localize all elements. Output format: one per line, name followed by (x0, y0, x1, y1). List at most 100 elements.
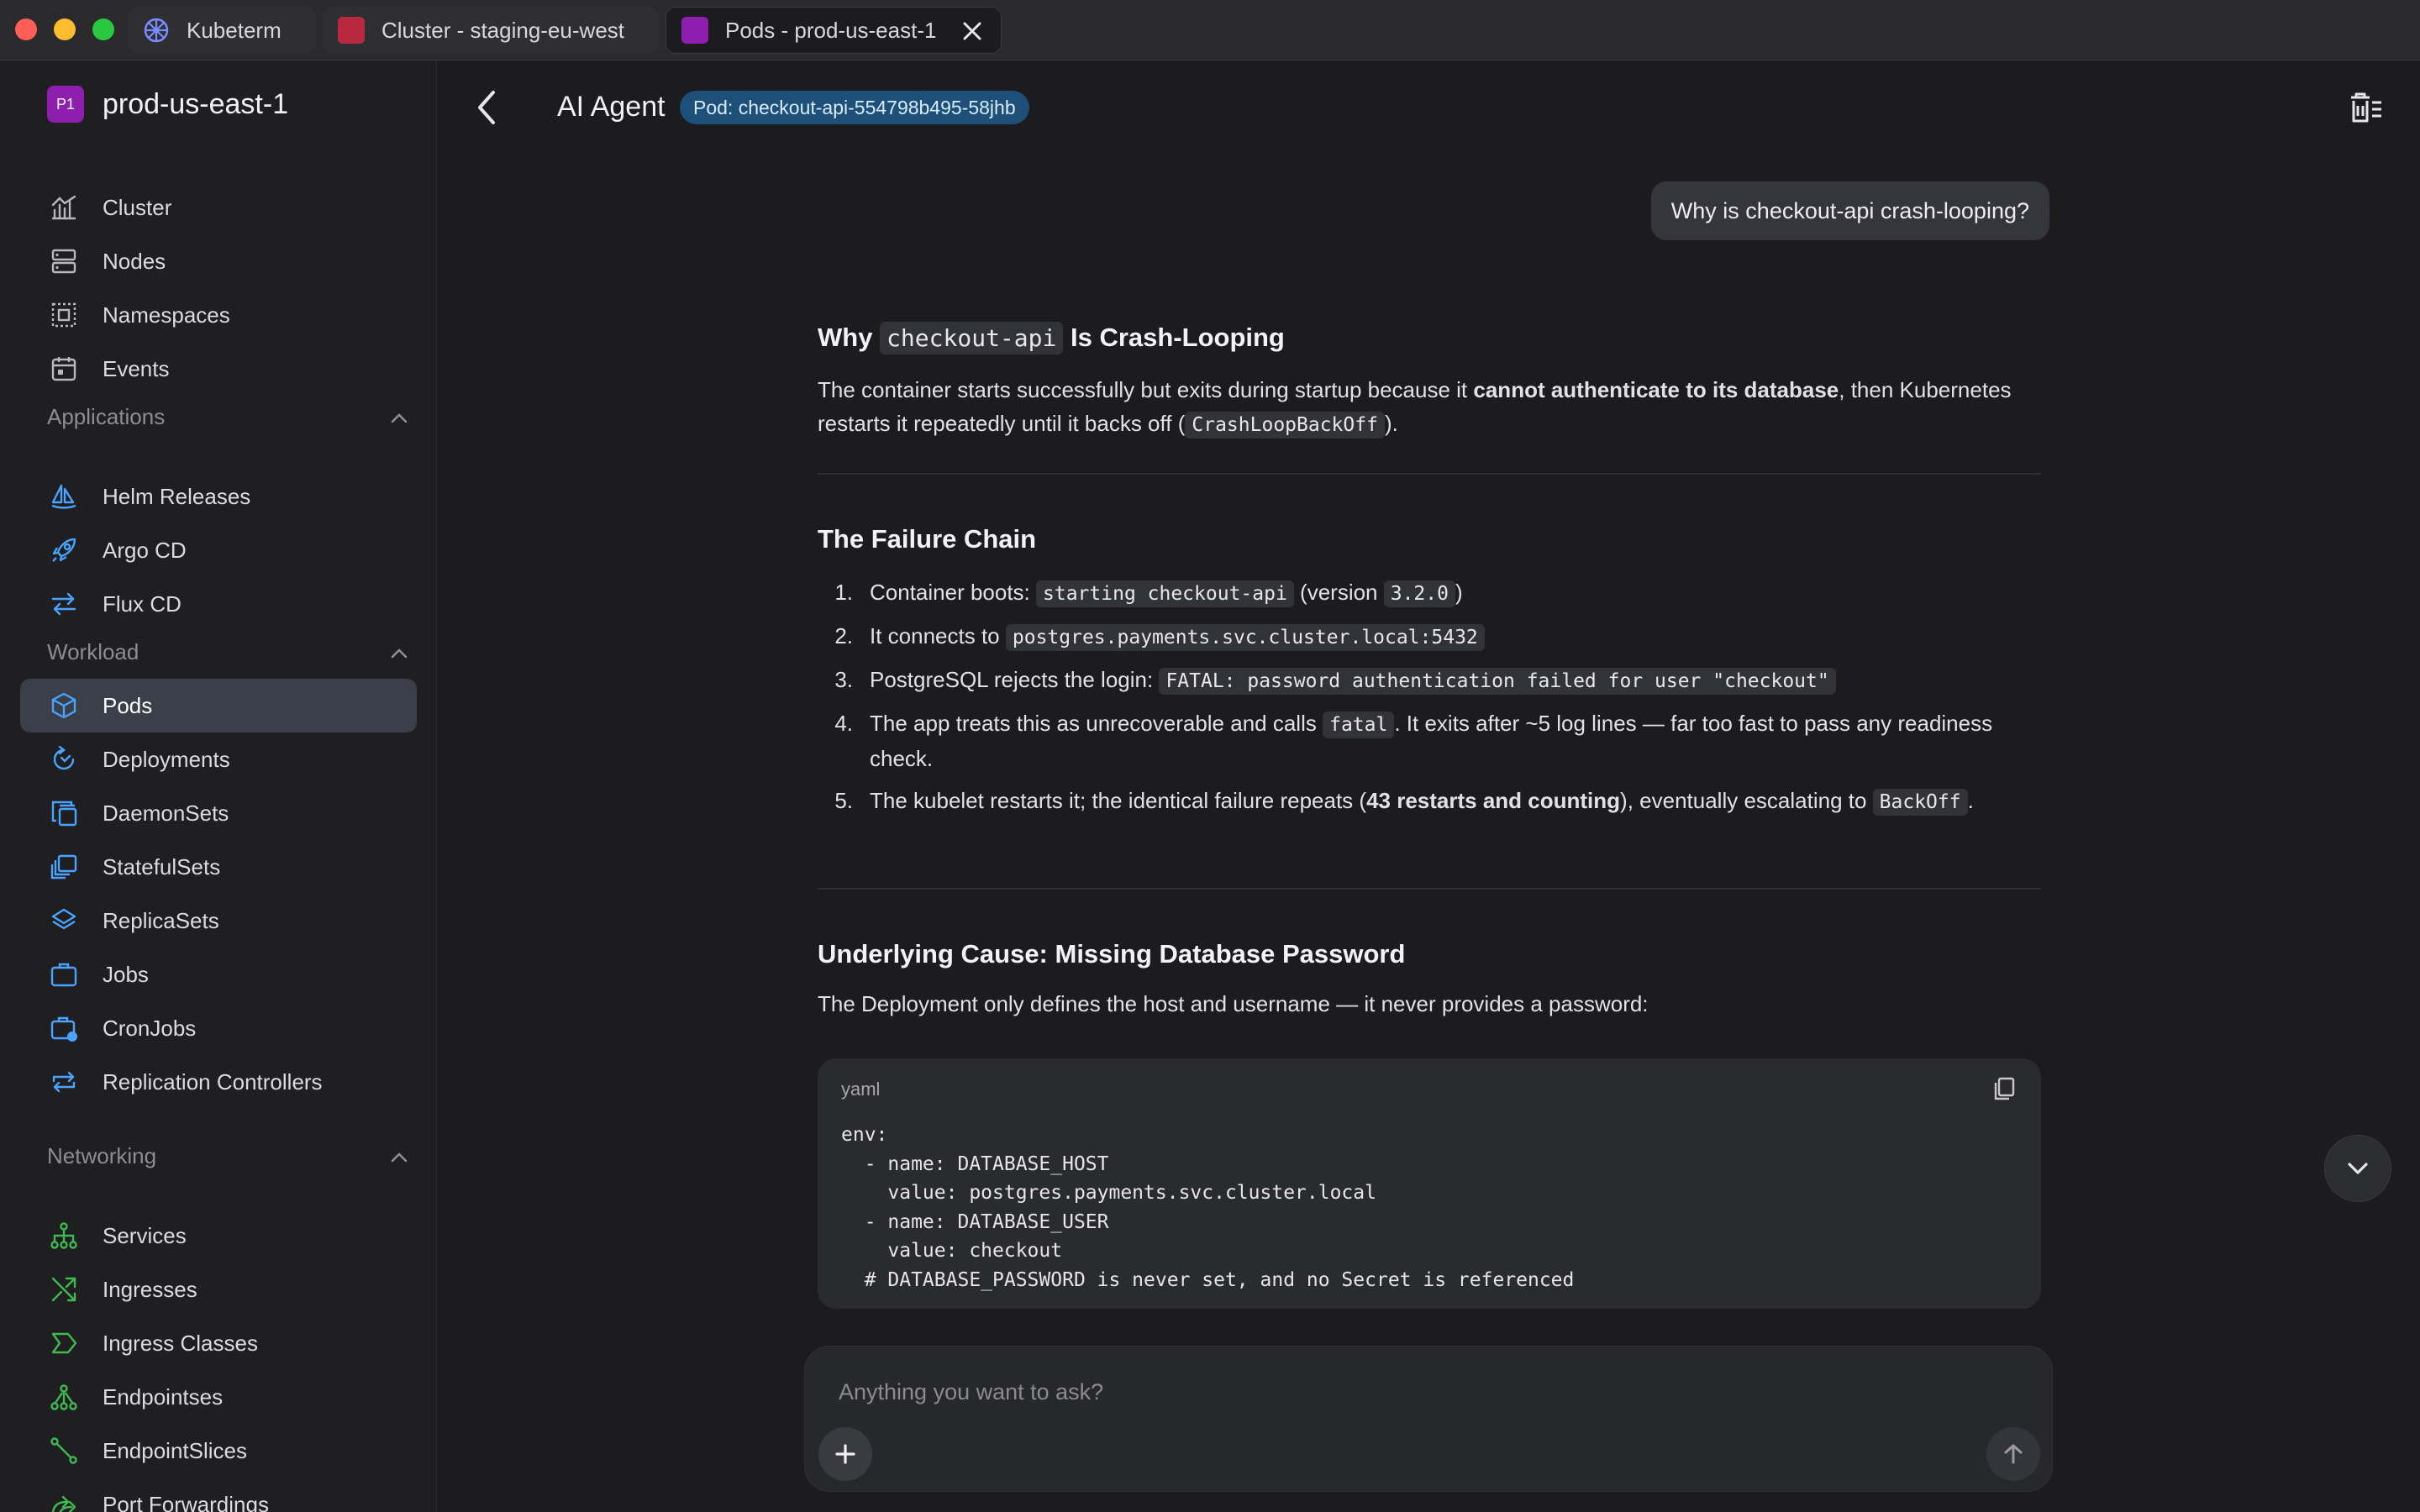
tab-cluster-staging[interactable]: Cluster - staging-eu-west (323, 7, 659, 54)
sidebar-item-replication-controllers[interactable]: Replication Controllers (20, 1055, 417, 1109)
sidebar-item-argo-cd[interactable]: Argo CD (20, 523, 417, 577)
section-networking[interactable]: Networking (47, 1139, 408, 1173)
tag-arrow-icon (49, 1328, 79, 1358)
code-block: yaml env: - name: DATABASE_HOST value: p… (818, 1058, 2041, 1309)
inline-code: starting checkout-api (1036, 580, 1294, 607)
text: Container boots: (870, 580, 1037, 605)
text: The kubelet restarts it; the identical f… (870, 788, 1367, 813)
section-workload[interactable]: Workload (47, 635, 408, 669)
sidebar-item-label: EndpointSlices (103, 1437, 247, 1463)
list-number: 3. (834, 667, 853, 692)
list-text: Container boots: starting checkout-api (… (870, 575, 2039, 611)
heading-text: Is Crash-Looping (1063, 323, 1285, 352)
response-heading: Why checkout-api Is Crash-Looping (818, 322, 1285, 354)
briefcase-icon (49, 959, 79, 990)
swap-arrows-icon (49, 589, 79, 619)
plus-icon (835, 1444, 855, 1464)
server-icon (49, 246, 79, 276)
sidebar-item-label: Pods (103, 692, 153, 718)
sidebar-item-replicasets[interactable]: ReplicaSets (20, 894, 417, 948)
rocket-icon (49, 535, 79, 565)
add-attachment-button[interactable] (818, 1427, 872, 1481)
inline-code: CrashLoopBackOff (1185, 412, 1385, 438)
bold-text: cannot authenticate to its database (1473, 377, 1839, 402)
chevron-up-icon[interactable] (390, 639, 408, 665)
arrow-up-icon (2004, 1444, 2023, 1464)
sidebar-item-cronjobs[interactable]: CronJobs (20, 1001, 417, 1055)
text: . (1967, 788, 1974, 813)
link-line-icon (49, 1436, 79, 1466)
cluster-switcher[interactable]: P1 prod-us-east-1 (47, 86, 288, 123)
copy-icon[interactable] (1991, 1075, 2018, 1102)
inline-code: 3.2.0 (1383, 580, 1455, 607)
close-icon[interactable] (959, 18, 986, 45)
chevron-up-icon[interactable] (390, 1143, 408, 1169)
sidebar-item-port-forwardings[interactable]: Port Forwardings (20, 1478, 417, 1512)
list-number: 1. (834, 580, 853, 605)
main-panel: AI Agent Pod: checkout-api-554798b495-58… (438, 60, 2420, 1512)
code-content: env: - name: DATABASE_HOST value: postgr… (841, 1121, 1574, 1294)
divider (818, 473, 2041, 475)
sidebar-item-statefulsets[interactable]: StatefulSets (20, 840, 417, 894)
tab-label: Cluster - staging-eu-west (381, 17, 624, 43)
zoom-window-button[interactable] (92, 18, 114, 40)
chat-input[interactable] (839, 1367, 1931, 1417)
scroll-to-bottom-button[interactable] (2324, 1135, 2391, 1202)
code-line: value: postgres.payments.svc.cluster.loc… (841, 1182, 1376, 1204)
app-window: Kubeterm Cluster - staging-eu-west Pods … (0, 0, 2420, 1512)
sidebar-item-daemonsets[interactable]: DaemonSets (20, 786, 417, 840)
code-line: # DATABASE_PASSWORD is never set, and no… (841, 1268, 1575, 1291)
code-line: env: (841, 1124, 888, 1146)
cluster-name: prod-us-east-1 (103, 87, 289, 120)
sidebar-item-services[interactable]: Services (20, 1209, 417, 1263)
tab-pods-prod[interactable]: Pods - prod-us-east-1 (666, 7, 1002, 54)
text: ), eventually escalating to (1620, 788, 1873, 813)
sidebar-item-label: DaemonSets (103, 800, 229, 826)
cluster-badge: P1 (47, 86, 84, 123)
minimize-window-button[interactable] (54, 18, 76, 40)
sidebar-item-ingresses[interactable]: Ingresses (20, 1263, 417, 1316)
inline-code: fatal (1323, 711, 1395, 738)
tab-kubeterm[interactable]: Kubeterm (128, 7, 316, 54)
section-title: Networking (47, 1142, 157, 1168)
sidebar-item-namespaces[interactable]: Namespaces (20, 288, 417, 342)
sidebar-item-events[interactable]: Events (20, 342, 417, 396)
scheduled-job-icon (49, 1013, 79, 1043)
sidebar-item-deployments[interactable]: Deployments (20, 732, 417, 786)
clear-chat-icon[interactable] (2346, 87, 2386, 128)
sidebar-item-nodes[interactable]: Nodes (20, 234, 417, 288)
shuffle-icon (49, 1274, 79, 1305)
inline-code: postgres.payments.svc.cluster.local:5432 (1005, 624, 1485, 651)
chat-composer (804, 1346, 2053, 1492)
forward-arrows-icon (49, 1489, 79, 1512)
repeat-icon (49, 1067, 79, 1097)
close-window-button[interactable] (15, 18, 37, 40)
pod-context-badge[interactable]: Pod: checkout-api-554798b495-58jhb (680, 91, 1029, 124)
sidebar-item-cluster[interactable]: Cluster (20, 181, 417, 234)
page-title: AI Agent (557, 91, 666, 123)
chevron-up-icon[interactable] (390, 404, 408, 430)
tab-label: Kubeterm (187, 17, 281, 43)
sidebar-item-endpointslices[interactable]: EndpointSlices (20, 1424, 417, 1478)
sidebar-item-jobs[interactable]: Jobs (20, 948, 417, 1001)
sidebar-item-ingress-classes[interactable]: Ingress Classes (20, 1316, 417, 1370)
sidebar-item-flux-cd[interactable]: Flux CD (20, 577, 417, 631)
list-number: 4. (834, 711, 853, 736)
sidebar-item-pods[interactable]: Pods (20, 679, 417, 732)
heading-text: Why (818, 323, 881, 352)
sidebar-item-label: Replication Controllers (103, 1068, 323, 1095)
section-applications[interactable]: Applications (47, 400, 408, 433)
title-bar: Kubeterm Cluster - staging-eu-west Pods … (0, 0, 2420, 60)
list-text: It connects to postgres.payments.svc.clu… (870, 619, 2039, 654)
back-button[interactable] (468, 86, 505, 129)
sidebar-item-label: CronJobs (103, 1015, 197, 1041)
sidebar-item-label: StatefulSets (103, 853, 221, 879)
list-text: The app treats this as unrecoverable and… (870, 706, 2039, 775)
sidebar-item-label: Namespaces (103, 302, 230, 328)
sidebar-item-endpointses[interactable]: Endpointses (20, 1370, 417, 1424)
sidebar: P1 prod-us-east-1 Cluster Nodes Namespac… (0, 60, 437, 1512)
send-button[interactable] (1986, 1427, 2040, 1481)
namespace-icon (49, 300, 79, 330)
sidebar-item-helm-releases[interactable]: Helm Releases (20, 470, 417, 523)
sidebar-item-label: Services (103, 1222, 187, 1248)
